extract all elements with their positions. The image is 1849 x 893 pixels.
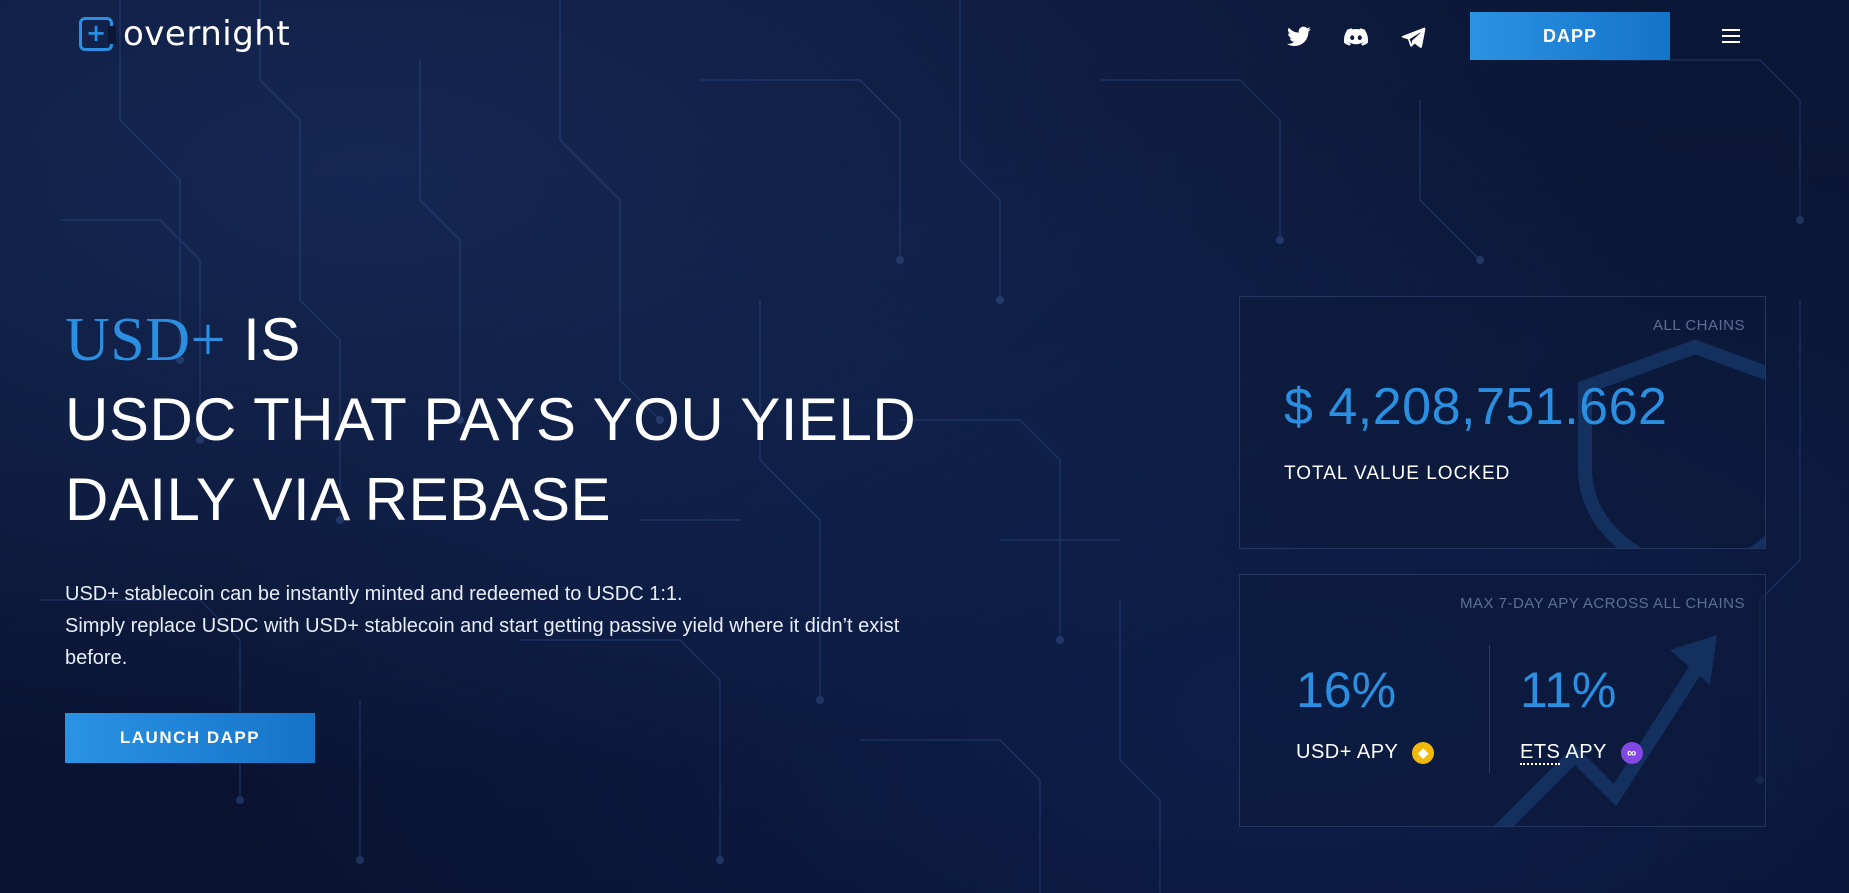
- overnight-logo-icon: [79, 17, 116, 51]
- hero-title-line-1: USD+ IS: [65, 300, 916, 380]
- shield-decoration-icon: [1578, 339, 1765, 548]
- hero-title-is: IS: [226, 306, 301, 373]
- apy-card: MAX 7-DAY APY ACROSS ALL CHAINS 16% USD+…: [1239, 574, 1766, 827]
- ets-apy-suffix: APY: [1560, 741, 1607, 763]
- usd-plus-apy-label: USD+ APY ◆: [1296, 741, 1435, 764]
- discord-icon[interactable]: [1341, 22, 1371, 52]
- tvl-scope-label: ALL CHAINS: [1653, 317, 1745, 334]
- usd-plus-apy-label-text: USD+ APY: [1296, 741, 1399, 763]
- usd-plus-apy-value: 16%: [1296, 662, 1397, 718]
- polygon-chain-icon[interactable]: ∞: [1620, 741, 1643, 764]
- menu-bar: [1722, 35, 1740, 37]
- apy-divider: [1489, 645, 1490, 773]
- hamburger-menu-icon[interactable]: [1722, 24, 1746, 48]
- dapp-button[interactable]: DAPP: [1470, 12, 1670, 60]
- telegram-icon[interactable]: [1398, 22, 1428, 52]
- hero-title-line-2: USDC THAT PAYS YOU YIELD: [65, 386, 917, 453]
- tvl-card: ALL CHAINS $ 4,208,751.662 TOTAL VALUE L…: [1239, 296, 1766, 549]
- hero-description-line-1: USD+ stablecoin can be instantly minted …: [65, 583, 683, 605]
- hero-description-line-2: Simply replace USDC with USD+ stablecoin…: [65, 615, 900, 669]
- ets-term[interactable]: ETS: [1520, 741, 1561, 765]
- hero-description: USD+ stablecoin can be instantly minted …: [65, 578, 925, 674]
- usd-plus-apy-block: 16% USD+ APY ◆: [1296, 661, 1435, 764]
- launch-dapp-button[interactable]: LAUNCH DAPP: [65, 713, 315, 763]
- tvl-value: $ 4,208,751.662: [1284, 378, 1668, 436]
- bnb-chain-icon[interactable]: ◆: [1412, 741, 1435, 764]
- hero-title-accent: USD+: [65, 306, 226, 374]
- ets-apy-label: ETS APY ∞: [1520, 741, 1643, 765]
- menu-bar: [1722, 29, 1740, 31]
- ets-apy-value: 11%: [1520, 662, 1617, 718]
- twitter-icon[interactable]: [1284, 22, 1314, 52]
- site-header: overnight DAPP: [0, 0, 1849, 72]
- ets-apy-block: 11% ETS APY ∞: [1520, 661, 1643, 765]
- brand-logo[interactable]: overnight: [79, 14, 290, 54]
- hero-title-line-3: DAILY VIA REBASE: [65, 466, 612, 533]
- apy-scope-label: MAX 7-DAY APY ACROSS ALL CHAINS: [1459, 595, 1745, 612]
- brand-name: overnight: [123, 14, 291, 54]
- hero-title: USD+ IS USDC THAT PAYS YOU YIELD DAILY V…: [65, 300, 916, 540]
- ets-apy-label-text: ETS APY: [1520, 741, 1607, 765]
- tvl-caption: TOTAL VALUE LOCKED: [1284, 463, 1511, 484]
- menu-bar: [1722, 41, 1740, 43]
